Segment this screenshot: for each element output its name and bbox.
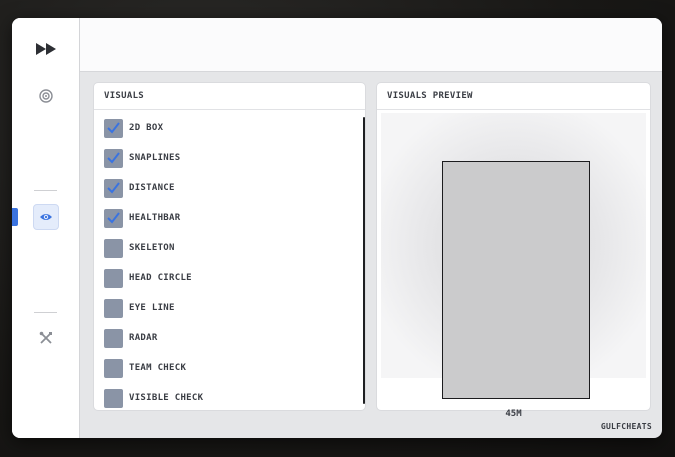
option-radar[interactable]: RADAR [104,328,158,348]
checkmark-icon [107,151,120,164]
eye-icon [40,214,52,220]
option-label: 2D BOX [129,123,164,133]
option-label: EYE LINE [129,303,175,313]
target-icon [39,89,53,103]
checkmark-icon [107,181,120,194]
checkmark-icon [107,121,120,134]
brand-label: GULFCHEATS [600,422,652,431]
visuals-panel-title: VISUALS [94,83,365,110]
option-label: DISTANCE [129,183,175,193]
checkbox-checked[interactable] [104,148,123,168]
checkbox-unchecked[interactable] [104,328,123,348]
visuals-panel: VISUALS 2D BOX SNAPLINES DISTANCE HEALTH… [94,83,365,410]
option-eye-line[interactable]: EYE LINE [104,298,175,318]
checkbox-unchecked[interactable] [104,388,123,408]
sidebar-item-misc[interactable] [33,325,59,351]
sidebar-divider [34,190,57,191]
checkbox-checked[interactable] [104,118,123,138]
option-healthbar[interactable]: HEALTHBAR [104,208,180,228]
esp-box-preview [442,161,590,399]
option-distance[interactable]: DISTANCE [104,178,175,198]
option-label: HEALTHBAR [129,213,181,223]
sidebar-item-fast-forward[interactable] [33,36,59,62]
sidebar-item-aimbot[interactable] [33,83,59,109]
checkbox-unchecked[interactable] [104,268,123,288]
option-snaplines[interactable]: SNAPLINES [104,148,180,168]
option-visible-check[interactable]: VISIBLE CHECK [104,388,203,408]
app-window: VISUALS 2D BOX SNAPLINES DISTANCE HEALTH… [12,18,662,438]
option-label: TEAM CHECK [129,363,187,373]
checkbox-unchecked[interactable] [104,358,123,378]
checkbox-unchecked[interactable] [104,238,123,258]
distance-label: 45M [505,409,522,419]
option-label: SKELETON [129,243,175,253]
sidebar-divider [34,312,57,313]
checkmark-icon [107,211,120,224]
checkbox-unchecked[interactable] [104,298,123,318]
option-label: VISIBLE CHECK [129,393,204,403]
option-team-check[interactable]: TEAM CHECK [104,358,186,378]
option-label: HEAD CIRCLE [129,273,192,283]
visuals-preview-panel: VISUALS PREVIEW 45M [377,83,650,419]
option-skeleton[interactable]: SKELETON [104,238,175,258]
option-label: SNAPLINES [129,153,181,163]
sidebar-item-visuals[interactable] [33,204,59,230]
fast-forward-icon [36,43,56,55]
checkbox-checked[interactable] [104,178,123,198]
checkbox-checked[interactable] [104,208,123,228]
wrench-screwdriver-icon [39,331,52,344]
scrollbar[interactable] [363,117,365,404]
option-label: RADAR [129,333,158,343]
preview-panel-title: VISUALS PREVIEW [377,83,650,110]
option-head-circle[interactable]: HEAD CIRCLE [104,268,192,288]
sidebar [12,18,80,438]
active-indicator [12,208,18,226]
top-bar [80,18,662,72]
option-2d-box[interactable]: 2D BOX [104,118,163,138]
